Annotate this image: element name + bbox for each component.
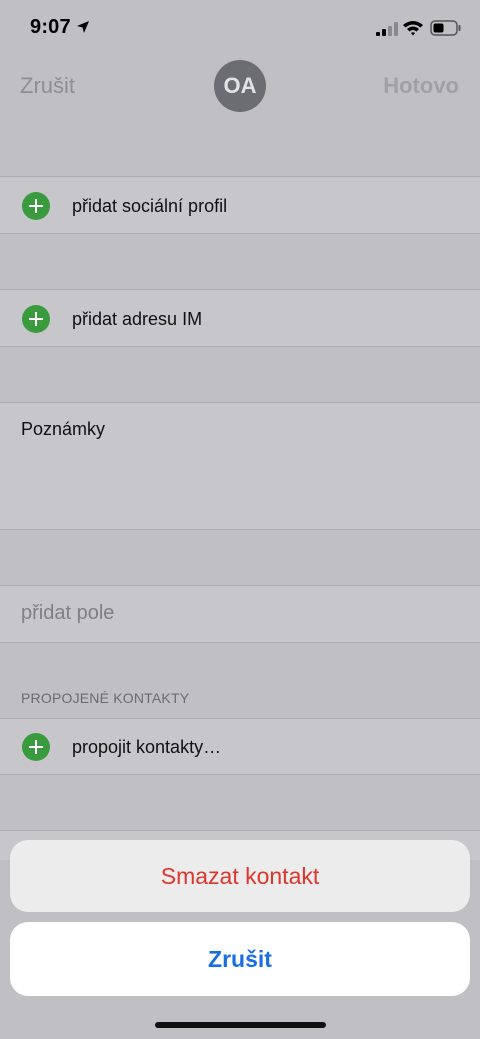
add-social-profile-label: přidat sociální profil bbox=[72, 196, 228, 216]
cancel-button[interactable]: Zrušit bbox=[10, 922, 470, 996]
contact-edit-screen: 9:07 Zrušit OA Hotovo přidat sociální pr… bbox=[0, 0, 480, 1039]
location-arrow-icon bbox=[76, 20, 90, 39]
nav-done-button[interactable]: Hotovo bbox=[383, 73, 459, 99]
battery-icon bbox=[430, 20, 462, 41]
nav-cancel-button[interactable]: Zrušit bbox=[20, 73, 75, 99]
notes-label: Poznámky bbox=[21, 419, 106, 439]
linked-contacts-header: PROPOJENÉ KONTAKTY bbox=[21, 690, 190, 706]
add-circle-icon bbox=[22, 733, 50, 761]
add-field-label: přidat pole bbox=[21, 602, 115, 624]
link-contacts-row[interactable]: propojit kontakty… bbox=[0, 718, 480, 775]
add-circle-icon bbox=[22, 305, 50, 333]
add-field-row[interactable]: přidat pole bbox=[0, 585, 480, 643]
avatar[interactable]: OA bbox=[214, 60, 266, 112]
add-social-profile-row[interactable]: přidat sociální profil bbox=[0, 176, 480, 234]
add-im-address-label: přidat adresu IM bbox=[72, 309, 203, 329]
status-bar: 9:07 bbox=[0, 0, 480, 56]
link-contacts-label: propojit kontakty… bbox=[72, 737, 222, 757]
notes-field[interactable]: Poznámky bbox=[0, 402, 480, 530]
cellular-signal-icon bbox=[376, 22, 398, 41]
add-circle-icon bbox=[22, 192, 50, 220]
add-im-address-row[interactable]: přidat adresu IM bbox=[0, 289, 480, 347]
status-time: 9:07 bbox=[30, 16, 71, 38]
home-indicator bbox=[155, 1022, 326, 1028]
navigation-bar: Zrušit OA Hotovo bbox=[0, 56, 480, 116]
wifi-icon bbox=[402, 20, 424, 41]
delete-contact-button[interactable]: Smazat kontakt bbox=[10, 840, 470, 912]
